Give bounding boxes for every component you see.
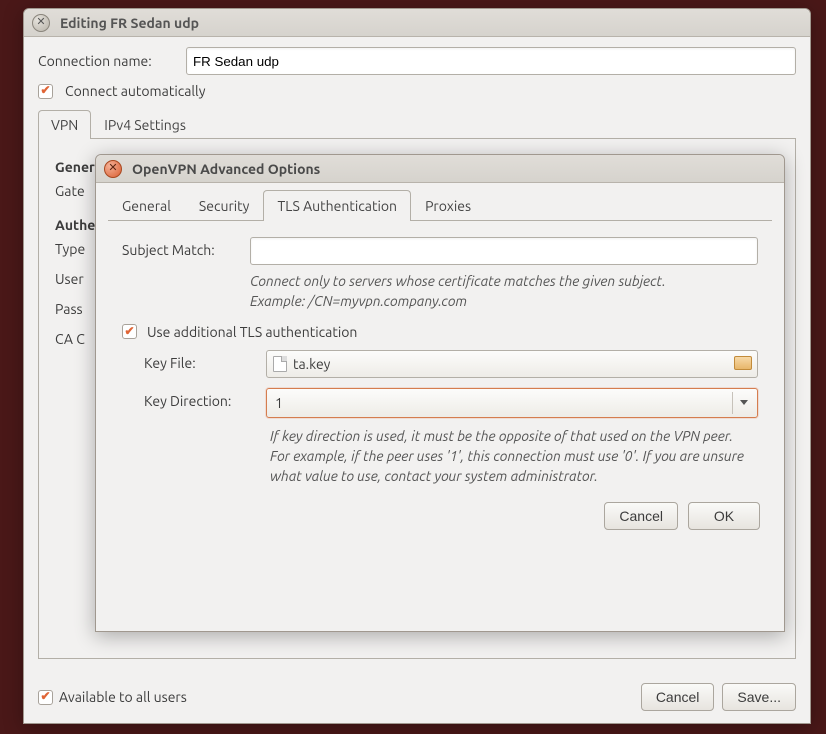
chevron-down-icon	[732, 392, 754, 414]
close-icon[interactable]: ✕	[32, 14, 50, 32]
subject-match-label: Subject Match:	[122, 237, 240, 258]
tab-ipv4[interactable]: IPv4 Settings	[91, 110, 199, 139]
connection-name-input[interactable]	[186, 47, 796, 75]
subject-match-help: Connect only to servers whose certificat…	[250, 271, 758, 312]
keydir-select[interactable]: 1	[266, 388, 758, 418]
advanced-options-dialog: ✕ OpenVPN Advanced Options General Secur…	[95, 154, 785, 632]
modal-ok-button[interactable]: OK	[688, 502, 760, 530]
window-title: Editing FR Sedan udp	[60, 15, 199, 31]
modal-titlebar: ✕ OpenVPN Advanced Options	[96, 155, 784, 183]
use-tls-label: Use additional TLS authentication	[147, 324, 357, 340]
subject-match-input[interactable]	[250, 237, 758, 265]
keyfile-chooser[interactable]: ta.key	[266, 350, 758, 378]
connection-name-label: Connection name:	[38, 53, 178, 69]
keyfile-value: ta.key	[293, 356, 330, 372]
tab-proxies[interactable]: Proxies	[411, 190, 485, 221]
cancel-button[interactable]: Cancel	[641, 683, 715, 711]
connect-auto-checkbox[interactable]	[38, 84, 53, 99]
folder-icon	[734, 356, 752, 370]
available-all-checkbox[interactable]	[38, 690, 53, 705]
main-titlebar: ✕ Editing FR Sedan udp	[24, 9, 810, 37]
keydir-label: Key Direction:	[144, 388, 256, 409]
connect-auto-label: Connect automatically	[65, 83, 205, 99]
close-icon[interactable]: ✕	[104, 160, 122, 178]
keyfile-label: Key File:	[144, 350, 256, 371]
tab-general[interactable]: General	[108, 190, 185, 221]
keydir-value: 1	[275, 395, 283, 411]
main-tabs: VPN IPv4 Settings	[38, 109, 796, 139]
tab-security[interactable]: Security	[185, 190, 264, 221]
modal-cancel-button[interactable]: Cancel	[604, 502, 678, 530]
use-tls-checkbox[interactable]	[122, 324, 137, 339]
save-button[interactable]: Save...	[722, 683, 796, 711]
modal-title: OpenVPN Advanced Options	[132, 161, 320, 177]
keydir-help: If key direction is used, it must be the…	[270, 426, 758, 487]
tab-vpn[interactable]: VPN	[38, 110, 91, 139]
tls-auth-panel: Subject Match: Connect only to servers w…	[108, 221, 772, 494]
tab-tls-auth[interactable]: TLS Authentication	[263, 190, 411, 221]
available-all-label: Available to all users	[59, 689, 187, 705]
modal-tabs: General Security TLS Authentication Prox…	[108, 189, 772, 221]
file-icon	[273, 356, 287, 372]
